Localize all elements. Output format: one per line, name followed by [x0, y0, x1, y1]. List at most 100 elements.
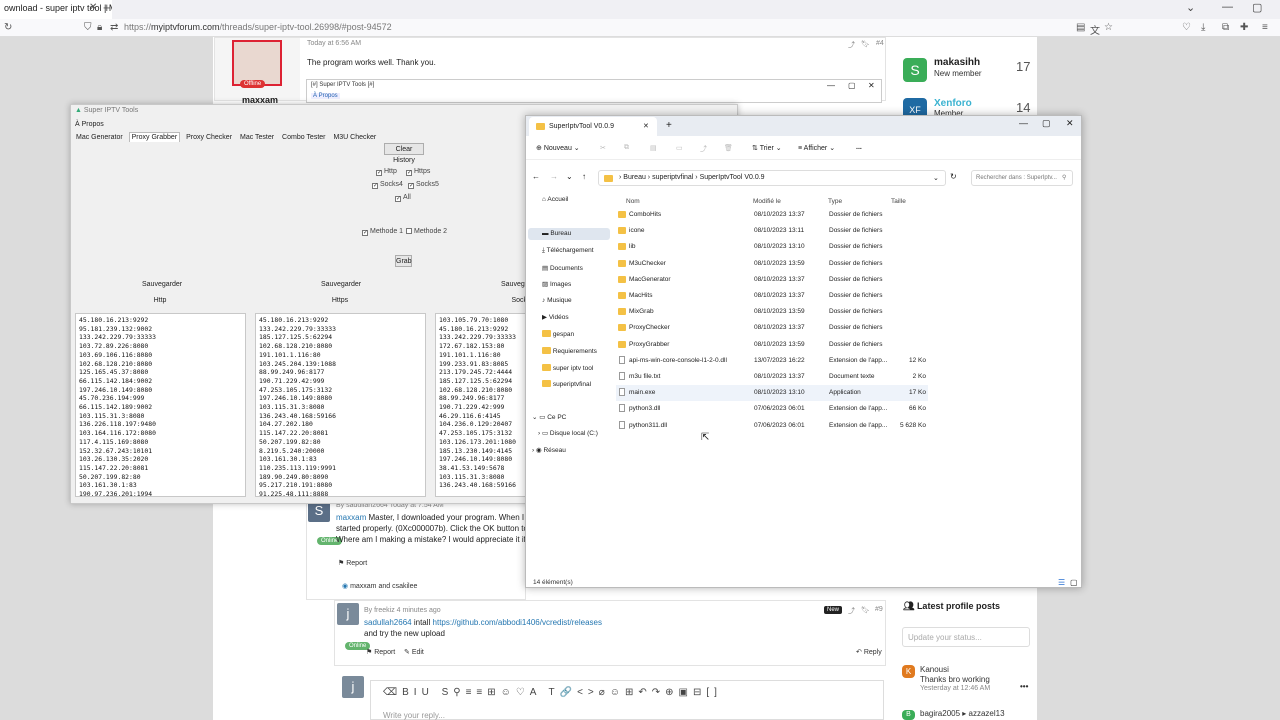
copy-icon[interactable]: ⧉: [624, 144, 629, 152]
nav-superiptvfinal[interactable]: superiptvfinal: [542, 380, 591, 388]
nav-requirements[interactable]: Requierements: [542, 347, 597, 355]
address-bar[interactable]: ↻ ⛉ 🔒︎ ⇄ https://myiptvforum.com/threads…: [0, 19, 1280, 37]
post-number[interactable]: #4: [876, 40, 884, 47]
grab-button[interactable]: Grab: [395, 255, 412, 267]
https-proxy-entry[interactable]: 103.115.31.3:8080: [259, 403, 422, 412]
file-row[interactable]: ProxyGrabber 08/10/2023 13:59 Dossier de f…: [616, 337, 928, 353]
tab-mac-generator[interactable]: Mac Generator: [74, 133, 125, 142]
socks-proxy-entry[interactable]: 199.233.91.83:8085: [439, 360, 523, 369]
socks-proxy-entry[interactable]: 103.115.31.3:8080: [439, 473, 523, 482]
popup-menu[interactable]: À Propos: [311, 93, 340, 99]
cut-icon[interactable]: ✂: [600, 144, 606, 152]
http-proxy-entry[interactable]: 50.207.199.82:80: [79, 473, 242, 482]
post-time[interactable]: Today at 6:56 AM: [307, 40, 361, 47]
file-row[interactable]: icone 08/10/2023 13:11 Dossier de fichiers: [616, 223, 928, 239]
sort-button[interactable]: ⇅ Trier ⌄: [752, 144, 782, 152]
menu-apropos[interactable]: À Propos: [75, 121, 104, 128]
column-header-modified[interactable]: Modifié le: [753, 198, 781, 205]
clear-history-button[interactable]: Clear History: [384, 143, 424, 164]
nav-music[interactable]: ♪ Musique: [542, 297, 572, 304]
more-options-button[interactable]: ...: [856, 144, 862, 151]
http-proxy-entry[interactable]: 136.226.118.197:9480: [79, 420, 242, 429]
avatar[interactable]: S: [903, 58, 927, 82]
file-row[interactable]: api-ms-win-core-console-l1-2-0.dll 13/07/…: [616, 353, 928, 369]
reader-view-icon[interactable]: ▤: [1076, 22, 1085, 33]
https-proxy-entry[interactable]: 185.127.125.5:62294: [259, 333, 422, 342]
http-proxy-entry[interactable]: 197.246.10.149:8080: [79, 386, 242, 395]
recent-icon[interactable]: ⌄: [566, 172, 573, 181]
https-proxy-entry[interactable]: 88.99.249.96:8177: [259, 368, 422, 377]
http-proxy-entry[interactable]: 117.4.115.169:8080: [79, 438, 242, 447]
extensions-icon[interactable]: ⧉: [1222, 22, 1229, 33]
socks-proxy-entry[interactable]: 185.13.230.149:4145: [439, 447, 523, 456]
close-icon[interactable]: ✕: [643, 122, 649, 130]
socks-proxy-entry[interactable]: 136.243.40.168:59166: [439, 481, 523, 490]
socks5-checkbox[interactable]: ✓ Socks5: [408, 181, 439, 189]
explorer-search-input[interactable]: Rechercher dans : SuperIptv... ⚲: [971, 170, 1073, 186]
close-icon[interactable]: ✕: [868, 81, 875, 90]
close-icon[interactable]: ✕: [89, 2, 97, 13]
github-link[interactable]: https://github.com/abbodi1406/vcredist/r…: [433, 618, 602, 627]
translate-icon[interactable]: 文: [1090, 22, 1100, 37]
more-icon[interactable]: •••: [1020, 682, 1028, 691]
minimize-icon[interactable]: —: [827, 81, 835, 90]
socks-proxy-entry[interactable]: 46.29.116.6:4145: [439, 412, 523, 421]
https-proxy-list[interactable]: 45.180.16.213:9292 133.242.229.79:33333 18…: [255, 313, 426, 497]
https-proxy-entry[interactable]: 197.246.10.149:8080: [259, 394, 422, 403]
socks-proxy-list[interactable]: 103.105.79.70:1080 45.180.16.213:9292 133.…: [435, 313, 527, 497]
refresh-icon[interactable]: ↻: [950, 172, 957, 181]
socks-proxy-entry[interactable]: 38.41.53.149:5678: [439, 464, 523, 473]
back-icon[interactable]: ←: [532, 172, 540, 181]
tiles-view-icon[interactable]: ▢: [1070, 578, 1078, 587]
maximize-icon[interactable]: ▢: [848, 81, 856, 90]
file-row[interactable]: MixGrab 08/10/2023 13:59 Dossier de fichie…: [616, 304, 928, 320]
file-row[interactable]: M3uChecker 08/10/2023 13:59 Dossier de fic…: [616, 256, 928, 272]
bookmark-icon[interactable]: 🔖︎: [861, 606, 870, 614]
maximize-icon[interactable]: ▢: [1042, 118, 1051, 129]
socks-proxy-entry[interactable]: 197.246.10.149:8080: [439, 455, 523, 464]
new-tab-button[interactable]: +: [666, 120, 672, 131]
http-proxy-entry[interactable]: 190.97.236.201:1994: [79, 490, 242, 496]
nav-home[interactable]: ⌂ Accueil: [542, 196, 568, 203]
methode2-checkbox[interactable]: Methode 2: [406, 228, 447, 235]
socks-proxy-entry[interactable]: 191.101.1.116:80: [439, 351, 523, 360]
http-proxy-entry[interactable]: 103.72.89.226:8080: [79, 342, 242, 351]
nav-network[interactable]: › ◉ Réseau: [532, 446, 566, 454]
all-checkbox[interactable]: ✓ All: [395, 194, 411, 202]
methode1-checkbox[interactable]: ✓ Methode 1: [362, 228, 403, 236]
tab-m3u-checker[interactable]: M3U Checker: [331, 133, 378, 142]
explorer-breadcrumb[interactable]: › Bureau › superiptvfinal › SuperIptvToo…: [598, 170, 946, 186]
pocket-icon[interactable]: ♡: [1182, 22, 1191, 33]
nav-this-pc[interactable]: ⌄ ▭ Ce PC: [532, 413, 566, 421]
reply-placeholder[interactable]: Write your reply...: [383, 711, 445, 720]
tab-proxy-checker[interactable]: Proxy Checker: [184, 133, 234, 142]
edit-button[interactable]: ✎ Edit: [404, 648, 424, 656]
socks-proxy-entry[interactable]: 190.71.229.42:999: [439, 403, 523, 412]
profile-post-author[interactable]: Kanousi: [920, 665, 949, 674]
socks-proxy-entry[interactable]: 185.127.125.5:62294: [439, 377, 523, 386]
new-button[interactable]: ⊕ Nouveau ⌄: [536, 144, 580, 152]
paste-icon[interactable]: ▤: [650, 144, 657, 152]
http-proxy-entry[interactable]: 102.68.128.210:8080: [79, 360, 242, 369]
nav-images[interactable]: ▨ Images: [542, 280, 571, 288]
http-proxy-list[interactable]: 45.180.16.213:9292 95.181.239.132:9002 133…: [75, 313, 246, 497]
socks-proxy-entry[interactable]: 133.242.229.79:33333: [439, 333, 523, 342]
https-proxy-entry[interactable]: 103.161.30.1:83: [259, 455, 422, 464]
http-checkbox[interactable]: ✓ Http: [376, 168, 397, 176]
delete-icon[interactable]: 🗑︎: [724, 144, 733, 152]
nav-super-iptv-tool[interactable]: super iptv tool: [542, 364, 593, 372]
file-row[interactable]: python311.dll 07/06/2023 06:01 Extension d…: [616, 418, 928, 434]
http-proxy-entry[interactable]: 103.115.31.3:8080: [79, 412, 242, 421]
browser-tab[interactable]: ownload - super iptv tool | M ✕: [0, 0, 112, 19]
socks4-checkbox[interactable]: ✓ Socks4: [372, 181, 403, 189]
nav-desktop[interactable]: ▬ Bureau: [528, 228, 610, 240]
file-row[interactable]: ComboHits 08/10/2023 13:37 Dossier de fich…: [616, 207, 928, 223]
socks-proxy-entry[interactable]: 172.67.182.153:80: [439, 342, 523, 351]
bookmark-icon[interactable]: 🔖︎: [861, 40, 870, 48]
save-https-button[interactable]: Sauvegarder: [321, 279, 361, 290]
column-header-name[interactable]: Nom: [626, 198, 640, 205]
socks-proxy-entry[interactable]: 103.126.173.201:1080: [439, 438, 523, 447]
nav-documents[interactable]: ▤ Documents: [542, 264, 583, 272]
shield-icon[interactable]: ⛉: [84, 22, 92, 33]
https-proxy-entry[interactable]: 133.242.229.79:33333: [259, 325, 422, 334]
